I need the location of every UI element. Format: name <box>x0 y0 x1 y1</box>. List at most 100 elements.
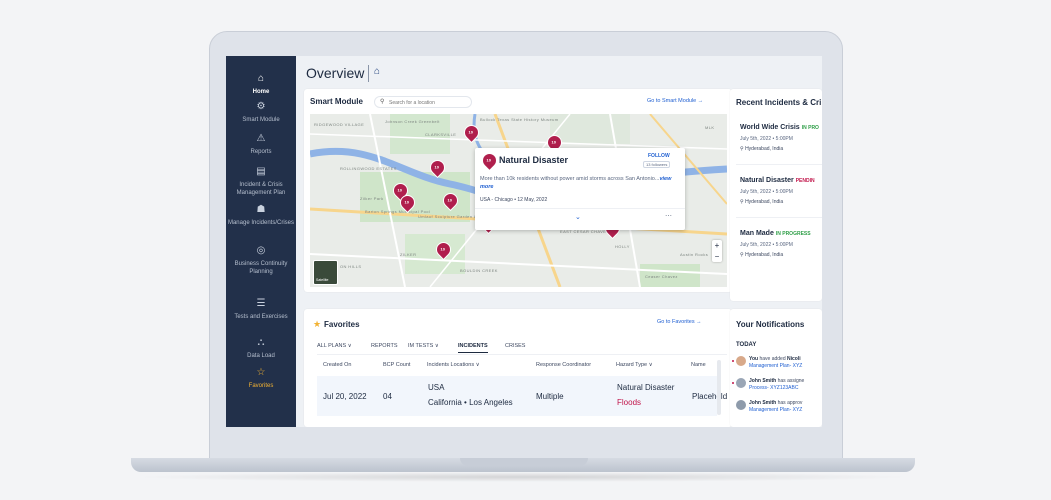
followers-badge: 13 followers <box>643 161 671 168</box>
table-row[interactable]: Jul 20, 2022 04 USA California • Los Ang… <box>317 376 727 416</box>
document-icon: ▤ <box>256 166 266 177</box>
popup-location: USA - Chicago <box>480 197 513 203</box>
sidebar-item-tests-exercises[interactable]: ☰ Tests and Exercises <box>226 298 296 321</box>
follow-button[interactable]: FOLLOW <box>648 153 670 159</box>
column-header[interactable]: Incidents Locations ∨ <box>427 362 480 368</box>
sidebar-item-incident-crisis-plan[interactable]: ▤ Incident & Crisis Management Plan <box>226 166 296 197</box>
sidebar-item-label: Manage Incidents/Crises <box>227 220 295 226</box>
location-city: Los Angeles <box>469 398 513 407</box>
incident-date-text: July 5th, 2022 <box>740 242 772 248</box>
favorites-card: ★ Favorites Go to Favorites → ALL PLANS … <box>304 309 732 427</box>
tabs-divider <box>317 354 727 355</box>
sidebar-item-data-load[interactable]: ⛬ Data Load <box>226 337 296 360</box>
map-label: ROLLINGWOOD ESTATES <box>340 166 397 171</box>
avatar <box>736 356 746 366</box>
section-label: TODAY <box>736 342 757 348</box>
checklist-icon: ☰ <box>256 298 266 309</box>
popup-title: Natural Disaster <box>499 155 569 165</box>
incident-date: July 5th, 2022 • 5:00PM <box>740 242 793 248</box>
column-header[interactable]: Hazard Type ∨ <box>616 362 653 368</box>
column-header[interactable]: BCP Count <box>383 362 410 368</box>
map-label: MLK <box>705 125 715 130</box>
chevron-down-icon[interactable]: ⌄ <box>575 213 581 221</box>
popup-description-text: More than 10k residents without power am… <box>480 176 660 182</box>
column-header[interactable]: Response Coordinator <box>536 362 591 368</box>
notification-link[interactable]: Process- XYZ123ABC <box>749 385 798 391</box>
location-country: USA <box>428 383 445 392</box>
name-cell: Placehold <box>692 392 728 401</box>
tab-im-tests[interactable]: IM TESTS ∨ <box>408 343 439 349</box>
map-label: CLARKSVILLE <box>425 132 457 137</box>
location-search[interactable]: ⚲ <box>374 96 472 108</box>
tab-all-plans[interactable]: ALL PLANS ∨ <box>317 343 352 349</box>
notification-link[interactable]: Management Plan- XYZ <box>749 407 802 413</box>
sidebar-item-label: Business Continuity Planning <box>234 261 288 275</box>
unread-dot <box>732 360 734 362</box>
notifications-title: Your Notifications <box>736 320 805 329</box>
star-icon: ★ <box>313 319 322 329</box>
map-label: ZILKER <box>400 252 417 257</box>
tab-incidents[interactable]: INCIDENTS <box>458 343 488 353</box>
incident-item[interactable]: Man Made IN PROGRESS July 5th, 2022 • 5:0… <box>740 230 811 258</box>
tab-crises[interactable]: CRISES <box>505 343 525 349</box>
incident-location: ⚲ Hyderabad, India <box>740 146 819 152</box>
zoom-in-button[interactable]: + <box>712 240 722 251</box>
page-title: Overview <box>306 65 365 81</box>
incident-item[interactable]: World Wide Crisis IN PRO July 5th, 2022 •… <box>740 124 819 152</box>
incident-popup[interactable]: 10 Natural Disaster FOLLOW 13 followers … <box>475 148 685 230</box>
notification-link[interactable]: Management Plan- XYZ <box>749 363 802 369</box>
go-to-smart-module-link[interactable]: Go to Smart Module → <box>647 98 703 104</box>
notification-text: John Smith has approv Management Plan- X… <box>749 400 802 413</box>
home-icon[interactable]: ⌂ <box>374 66 380 77</box>
incident-time: 5:00PM <box>775 242 793 248</box>
status-badge: IN PROGRESS <box>775 231 811 237</box>
gear-icon: ⚙ <box>256 101 266 112</box>
incident-location-text: Hyderabad, India <box>745 199 784 205</box>
sidebar-item-smart-module[interactable]: ⚙ Smart Module <box>226 101 296 124</box>
incident-name-text: Man Made <box>740 230 774 237</box>
map-label: RIDGEWOOD VILLAGE <box>314 122 365 127</box>
map[interactable]: RIDGEWOOD VILLAGE CLARKSVILLE Johnson Cr… <box>310 114 727 287</box>
more-options-icon[interactable]: ⋯ <box>665 212 672 220</box>
satellite-label: Satellite <box>316 278 329 282</box>
column-header[interactable]: Created On <box>323 362 351 368</box>
avatar <box>736 378 746 388</box>
map-label: ON HILLS <box>340 264 362 269</box>
tab-reports[interactable]: REPORTS <box>371 343 398 349</box>
pin-count: 10 <box>397 187 403 193</box>
notification-text: John Smith has assigne Process- XYZ123AB… <box>749 378 804 391</box>
warning-icon: ⚠ <box>256 133 266 144</box>
unread-dot <box>732 382 734 384</box>
incident-item[interactable]: Natural Disaster PENDIN July 5th, 2022 • … <box>740 177 815 205</box>
map-label: Johnson Creek Greenbelt <box>385 119 440 124</box>
sidebar-item-label: Tests and Exercises <box>234 314 288 320</box>
zoom-out-button[interactable]: − <box>712 251 722 262</box>
satellite-toggle[interactable]: Satellite <box>313 260 338 285</box>
status-badge: PENDIN <box>795 178 815 184</box>
sidebar-item-business-continuity[interactable]: ◎ Business Continuity Planning <box>226 245 296 276</box>
notification-object: Nicoli <box>787 356 801 362</box>
notification-action: has approv <box>777 400 803 406</box>
search-input[interactable] <box>389 98 469 107</box>
incident-name: World Wide Crisis IN PRO <box>740 124 819 131</box>
sidebar-item-favorites[interactable]: ☆ Favorites <box>226 367 296 390</box>
hierarchy-icon: ⛬ <box>257 337 265 348</box>
column-header[interactable]: Name <box>691 362 706 368</box>
popup-date: 12 May, 2022 <box>517 197 548 203</box>
sidebar-item-home[interactable]: ⌂ Home <box>226 73 296 96</box>
incident-time: 5:00PM <box>775 136 793 142</box>
map-label: Bullock Texas State History Museum <box>480 117 559 122</box>
sidebar-item-manage-incidents[interactable]: ☗ Manage Incidents/Crises <box>226 204 296 227</box>
incident-date-text: July 5th, 2022 <box>740 189 772 195</box>
incident-name: Man Made IN PROGRESS <box>740 230 811 237</box>
go-to-favorites-link[interactable]: Go to Favorites → <box>657 319 702 325</box>
avatar <box>736 400 746 410</box>
incident-name-text: Natural Disaster <box>740 177 794 184</box>
incident-name-text: World Wide Crisis <box>740 124 800 131</box>
map-label: BOULDIN CREEK <box>460 268 498 273</box>
home-icon: ⌂ <box>257 73 265 84</box>
sidebar-item-label: Favorites <box>248 383 274 389</box>
pin-count: 10 <box>486 157 492 163</box>
sidebar-item-reports[interactable]: ⚠ Reports <box>226 133 296 156</box>
table-scrollbar[interactable] <box>717 360 721 415</box>
